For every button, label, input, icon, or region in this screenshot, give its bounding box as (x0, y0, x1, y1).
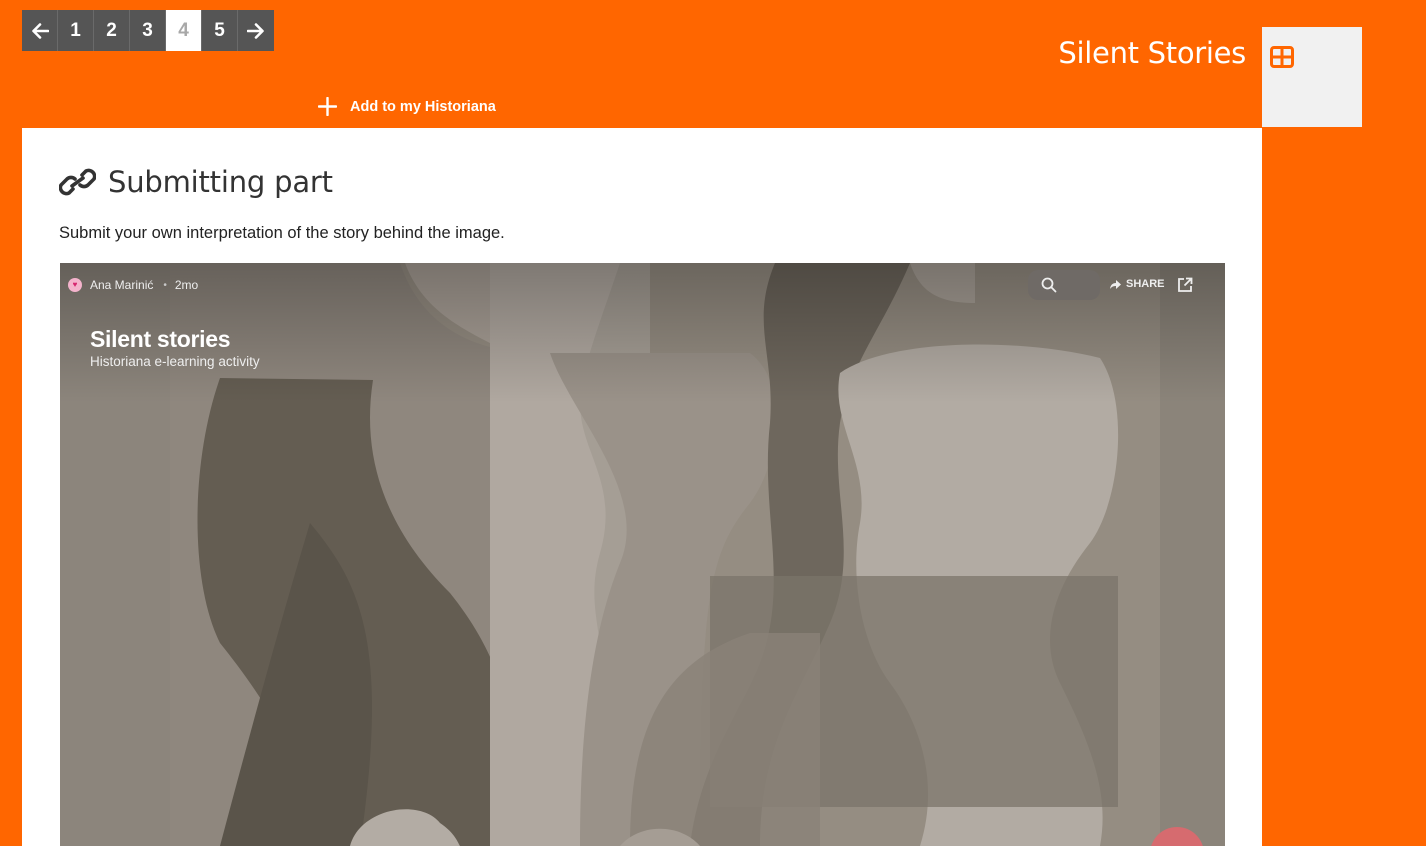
prev-page-button[interactable] (22, 10, 58, 51)
page-button-5[interactable]: 5 (202, 10, 238, 51)
avatar: ♥ (68, 278, 82, 292)
embedded-story[interactable]: ♥ Ana Marinić • 2mo Silent stories Histo… (60, 263, 1225, 846)
share-button[interactable]: SHARE (1110, 278, 1165, 290)
separator-dot: • (163, 279, 167, 291)
pagination: 1 2 3 4 5 (22, 10, 274, 51)
link-icon (59, 168, 96, 196)
post-age: 2mo (174, 278, 199, 292)
arrow-left-icon (31, 22, 49, 39)
heart-icon: ♥ (72, 280, 78, 289)
author-info[interactable]: ♥ Ana Marinić • 2mo (68, 278, 198, 292)
intro-text: Submit your own interpretation of the st… (59, 224, 505, 242)
embed-subtitle: Historiana e-learning activity (90, 354, 260, 369)
section-heading: Submitting part (59, 165, 333, 199)
content-card: Submitting part Submit your own interpre… (22, 128, 1262, 846)
side-panel (1262, 27, 1362, 127)
external-link-icon[interactable] (1177, 277, 1193, 293)
next-page-button[interactable] (238, 10, 274, 51)
author-name: Ana Marinić (90, 278, 154, 292)
page-button-3[interactable]: 3 (130, 10, 166, 51)
search-icon (1041, 277, 1057, 293)
embed-header: ♥ Ana Marinić • 2mo Silent stories Histo… (60, 263, 1225, 383)
embed-title: Silent stories (90, 326, 231, 352)
arrow-right-icon (247, 22, 264, 39)
site-title: Silent Stories (1058, 36, 1246, 70)
grid-icon[interactable] (1270, 46, 1294, 68)
add-to-historiana-button[interactable]: Add to my Historiana (318, 97, 496, 116)
page-button-2[interactable]: 2 (94, 10, 130, 51)
plus-icon (318, 97, 337, 116)
share-label: SHARE (1126, 278, 1165, 290)
embed-search-button[interactable] (1028, 270, 1100, 300)
share-icon (1110, 279, 1121, 289)
page-title: Submitting part (108, 165, 333, 199)
add-to-historiana-label: Add to my Historiana (350, 98, 496, 115)
page-button-1[interactable]: 1 (58, 10, 94, 51)
page-button-4-current[interactable]: 4 (166, 10, 202, 51)
